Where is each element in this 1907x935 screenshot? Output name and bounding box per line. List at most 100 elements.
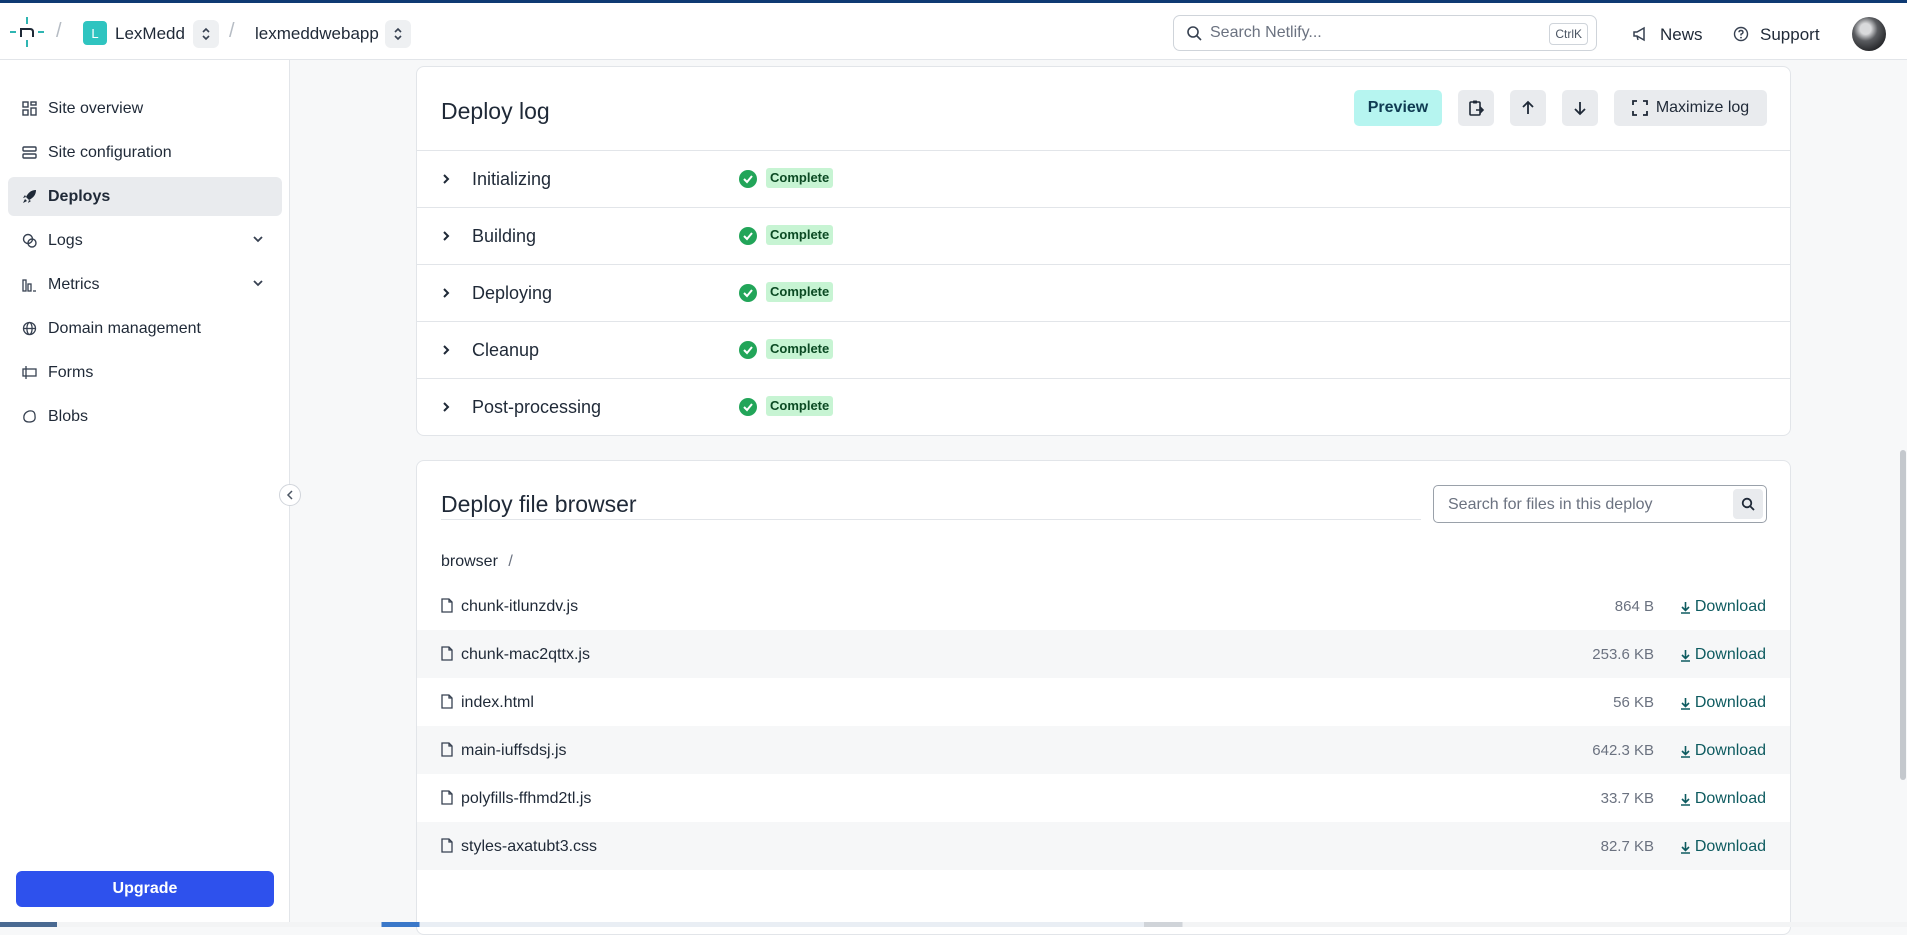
top-header: / L LexMedd / lexmeddwebapp Search Netli… (0, 3, 1907, 60)
sidebar-item-site-overview[interactable]: Site overview (8, 89, 282, 128)
file-name: index.html (461, 694, 534, 711)
sidebar-item-label: Deploys (48, 187, 111, 205)
download-icon (1680, 697, 1690, 710)
download-link[interactable]: Download (1680, 790, 1766, 808)
file-search-button[interactable] (1733, 489, 1763, 519)
copy-log-button[interactable] (1458, 90, 1494, 126)
breadcrumb-separator: / (229, 20, 235, 42)
check-circle-icon (739, 227, 757, 245)
global-search-input[interactable]: Search Netlify... CtrlK (1173, 15, 1597, 51)
site-name[interactable]: lexmeddwebapp (255, 24, 379, 44)
team-switcher-button[interactable] (193, 20, 219, 48)
download-label: Download (1694, 694, 1766, 711)
maximize-log-button[interactable]: Maximize log (1614, 90, 1767, 126)
breadcrumb-separator: / (508, 553, 513, 570)
collapse-sidebar-button[interactable] (279, 484, 301, 506)
scroll-to-top-button[interactable] (1510, 90, 1546, 126)
file-size: 642.3 KB (1592, 742, 1654, 759)
download-label: Download (1694, 598, 1766, 615)
breadcrumb-root[interactable]: browser (441, 553, 498, 570)
blob-icon (20, 408, 38, 426)
log-step-row[interactable]: Cleanup Complete (417, 321, 1790, 379)
sidebar-item-forms[interactable]: Forms (8, 353, 282, 392)
chevron-left-icon (286, 490, 293, 500)
file-name: main-iuffsdsj.js (461, 742, 567, 759)
page-scrollbar[interactable] (1900, 450, 1906, 780)
download-link[interactable]: Download (1680, 694, 1766, 712)
deploy-log-card: Deploy log Preview Maximize log Initiali… (416, 66, 1791, 436)
sidebar-item-domain-management[interactable]: Domain management (8, 309, 282, 348)
status-badge: Complete (766, 168, 834, 188)
upgrade-button[interactable]: Upgrade (16, 871, 274, 907)
user-avatar[interactable] (1852, 17, 1886, 51)
chevron-down-icon[interactable] (252, 277, 264, 289)
megaphone-icon (1633, 26, 1645, 42)
chevron-down-icon[interactable] (252, 233, 264, 245)
arrow-down-icon (1574, 102, 1586, 116)
sidebar-item-site-configuration[interactable]: Site configuration (8, 133, 282, 172)
grid-icon (20, 100, 38, 118)
file-icon (441, 646, 453, 661)
download-link[interactable]: Download (1680, 598, 1766, 616)
download-link[interactable]: Download (1680, 742, 1766, 760)
status-badge: Complete (766, 282, 834, 302)
sidebar-item-label: Metrics (48, 275, 100, 293)
status-badge: Complete (766, 396, 834, 416)
sidebar-item-logs[interactable]: Logs (8, 221, 282, 260)
clipboard-copy-icon (1469, 100, 1485, 116)
check-circle-icon (739, 284, 757, 302)
chevron-right-icon (443, 402, 450, 412)
rocket-icon (20, 188, 38, 206)
file-size: 253.6 KB (1592, 646, 1654, 663)
file-row: main-iuffsdsj.js 642.3 KB Download (417, 726, 1790, 774)
download-link[interactable]: Download (1680, 646, 1766, 664)
logs-icon (20, 232, 38, 250)
log-step-row[interactable]: Deploying Complete (417, 264, 1790, 322)
sidebar-item-metrics[interactable]: Metrics (8, 265, 282, 304)
team-avatar: L (83, 21, 107, 45)
chevron-right-icon (443, 231, 450, 241)
download-icon (1680, 745, 1690, 758)
deploy-log-title: Deploy log (441, 98, 550, 124)
sidebar-item-label: Domain management (48, 319, 201, 337)
preview-button[interactable]: Preview (1354, 90, 1442, 126)
file-row: chunk-itlunzdv.js 864 B Download (417, 582, 1790, 630)
download-link[interactable]: Download (1680, 838, 1766, 856)
file-name: chunk-mac2qttx.js (461, 646, 590, 663)
file-name: polyfills-ffhmd2tl.js (461, 790, 592, 807)
sidebar-item-label: Blobs (48, 407, 89, 425)
sidebar-item-deploys[interactable]: Deploys (8, 177, 282, 216)
chevron-right-icon (443, 288, 450, 298)
file-size: 56 KB (1613, 694, 1654, 711)
sidebar-item-label: Forms (48, 363, 94, 381)
file-size: 864 B (1614, 598, 1654, 615)
settings-list-icon (20, 144, 38, 162)
team-name[interactable]: LexMedd (115, 24, 185, 44)
deploy-file-browser-card: Deploy file browser Search for files in … (416, 460, 1791, 935)
file-row: index.html 56 KB Download (417, 678, 1790, 726)
file-icon (441, 790, 453, 805)
breadcrumb: browser / (441, 553, 513, 571)
file-row: styles-axatubt3.css 82.7 KB Download (417, 822, 1790, 870)
support-link[interactable]: Support (1760, 25, 1820, 45)
file-browser-title: Deploy file browser (441, 491, 637, 517)
sidebar-item-blobs[interactable]: Blobs (8, 397, 282, 436)
file-search-input[interactable]: Search for files in this deploy (1433, 485, 1767, 523)
keyboard-shortcut-hint: CtrlK (1549, 23, 1588, 45)
sidebar-item-label: Logs (48, 231, 83, 249)
netlify-logo-icon[interactable] (10, 17, 44, 47)
news-link[interactable]: News (1660, 25, 1703, 45)
status-badge: Complete (766, 225, 834, 245)
search-icon (1741, 497, 1755, 511)
download-label: Download (1694, 742, 1766, 759)
log-step-row[interactable]: Initializing Complete (417, 150, 1790, 208)
log-step-row[interactable]: Building Complete (417, 207, 1790, 265)
file-icon (441, 598, 453, 613)
scroll-to-bottom-button[interactable] (1562, 90, 1598, 126)
log-step-row[interactable]: Post-processing Complete (417, 378, 1790, 436)
site-switcher-button[interactable] (385, 20, 411, 48)
log-step-label: Post-processing (472, 397, 602, 417)
taskbar-strip (0, 922, 1907, 927)
file-icon (441, 838, 453, 853)
chevron-right-icon (443, 174, 450, 184)
